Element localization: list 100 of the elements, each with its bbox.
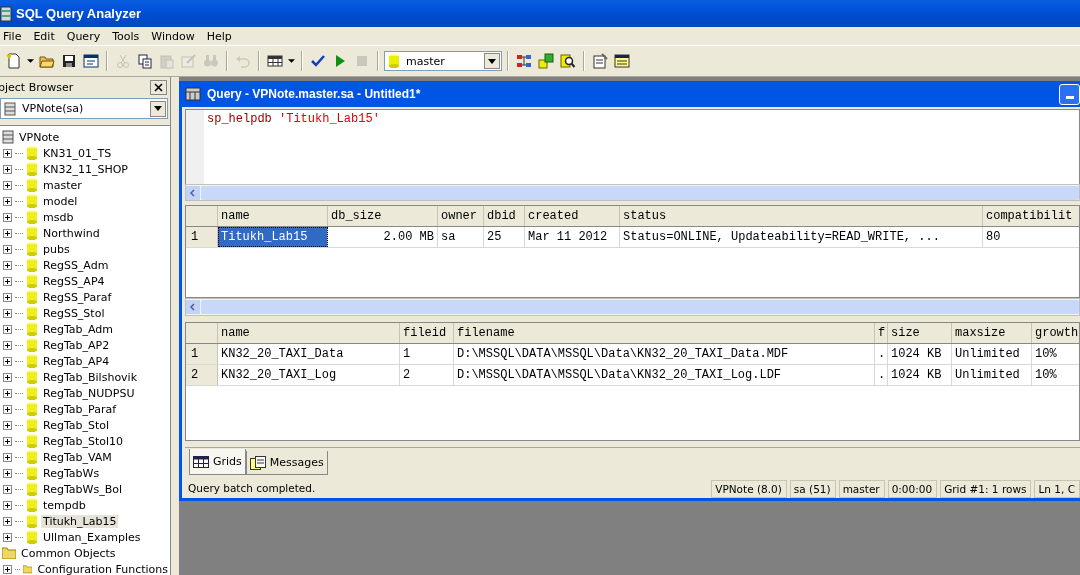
horizontal-scrollbar[interactable]	[185, 184, 1080, 202]
query-icon	[185, 87, 201, 101]
tree-item[interactable]: VPNote	[17, 130, 62, 144]
expand-icon[interactable]	[3, 228, 12, 238]
table-icon	[614, 53, 630, 69]
tree-item[interactable]: msdb	[41, 210, 76, 224]
query-text[interactable]: sp_helpdb 'Titukh_Lab15'	[204, 110, 383, 185]
column-header[interactable]: compatibilit	[983, 206, 1079, 227]
menu-item[interactable]: Edit	[27, 29, 61, 43]
expand-icon[interactable]	[3, 356, 12, 366]
expand-icon[interactable]	[3, 516, 12, 526]
tree-item[interactable]: RegTab_Stol	[41, 418, 112, 432]
column-header[interactable]: created	[525, 206, 620, 227]
expand-icon[interactable]	[3, 260, 12, 270]
search-icon	[560, 53, 576, 69]
tree-item[interactable]: RegTabWs	[41, 466, 102, 480]
expand-icon[interactable]	[3, 564, 12, 574]
tree-item[interactable]: RegTab_Paraf	[41, 402, 119, 416]
tree-item[interactable]: Configuration Functions	[35, 562, 170, 575]
expand-icon[interactable]	[3, 180, 12, 190]
expand-icon[interactable]	[3, 372, 12, 382]
tree-item[interactable]: RegTab_Bilshovik	[41, 370, 140, 384]
menu-item[interactable]: Tools	[106, 29, 146, 43]
tree-item[interactable]: RegTab_NUDPSU	[41, 386, 137, 400]
expand-icon[interactable]	[3, 388, 12, 398]
tree-item[interactable]: RegSS_AP4	[41, 274, 107, 288]
column-header[interactable]: size	[888, 322, 952, 343]
tree-item[interactable]: KN32_11_SHOP	[41, 162, 130, 176]
menu-item[interactable]: Help	[200, 29, 238, 43]
column-header[interactable]: growth	[1032, 322, 1079, 343]
expand-icon[interactable]	[3, 452, 12, 462]
server-select[interactable]: VPNote(sa)	[0, 98, 168, 119]
tree-item[interactable]: RegTab_VAM	[41, 450, 114, 464]
tree-item[interactable]: RegTab_AP2	[41, 338, 112, 352]
objects-icon	[538, 53, 554, 69]
tree-item[interactable]: RegSS_Adm	[41, 258, 111, 272]
expand-icon[interactable]	[3, 212, 12, 222]
expand-icon[interactable]	[3, 484, 12, 494]
database-select[interactable]: master	[384, 51, 502, 71]
expand-icon[interactable]	[3, 468, 12, 478]
minimize-button[interactable]	[1059, 83, 1080, 105]
horizontal-scrollbar[interactable]	[185, 298, 1080, 316]
tree-item[interactable]: Northwind	[41, 226, 102, 240]
expand-icon[interactable]	[3, 148, 12, 158]
tree-item[interactable]: pubs	[41, 242, 72, 256]
tree-item[interactable]: RegTab_AP4	[41, 354, 112, 368]
tree-item[interactable]: Ullman_Examples	[41, 530, 143, 544]
expand-icon[interactable]	[3, 164, 12, 174]
database-icon	[26, 289, 38, 305]
expand-icon[interactable]	[3, 340, 12, 350]
tree-item[interactable]: Common Objects	[19, 546, 118, 560]
tree-item[interactable]: RegTab_Adm	[41, 322, 116, 336]
table-cell: .	[875, 364, 888, 385]
expand-icon[interactable]	[3, 420, 12, 430]
table-cell: 1024 KB	[888, 364, 952, 385]
menu-item[interactable]: File	[0, 29, 28, 43]
expand-icon[interactable]	[3, 308, 12, 318]
expand-icon[interactable]	[3, 436, 12, 446]
tree-item[interactable]: RegTabWs_Bol	[41, 482, 124, 496]
column-header[interactable]: db_size	[328, 206, 438, 227]
menu-item[interactable]: Query	[60, 29, 107, 43]
expand-icon[interactable]	[3, 276, 12, 286]
column-header[interactable]: name	[218, 206, 328, 227]
close-button[interactable]	[150, 80, 167, 95]
column-header[interactable]: dbid	[484, 206, 525, 227]
results-tab[interactable]: Messages	[245, 451, 328, 475]
expand-icon[interactable]	[3, 196, 12, 206]
column-header[interactable]: status	[620, 206, 983, 227]
column-header[interactable]: name	[218, 322, 400, 343]
tree-item[interactable]: RegSS_Paraf	[41, 290, 114, 304]
expand-icon[interactable]	[3, 324, 12, 334]
column-header[interactable]: maxsize	[952, 322, 1032, 343]
database-icon	[26, 449, 38, 465]
expand-icon[interactable]	[3, 292, 12, 302]
database-icon	[26, 177, 38, 193]
tree-item[interactable]: RegTab_Stol10	[41, 434, 126, 448]
tree-item[interactable]: tempdb	[41, 498, 88, 512]
results-tab[interactable]: Grids	[189, 449, 246, 475]
column-header[interactable]: fileid	[400, 322, 454, 343]
tree-item[interactable]: KN31_01_TS	[41, 146, 114, 160]
column-header[interactable]: f	[875, 322, 888, 343]
column-header[interactable]: filename	[454, 322, 875, 343]
tree-item[interactable]: RegSS_Stol	[41, 306, 107, 320]
expand-icon[interactable]	[3, 244, 12, 254]
tree-item[interactable]: master	[41, 178, 84, 192]
caret-icon	[288, 59, 295, 63]
tree-item[interactable]: Titukh_Lab15	[41, 514, 119, 528]
messages-icon	[249, 455, 266, 470]
menu-item[interactable]: Window	[145, 29, 201, 43]
scissors-icon	[115, 53, 131, 69]
expand-icon[interactable]	[3, 532, 12, 542]
expand-icon[interactable]	[3, 500, 12, 510]
table-cell: KN32_20_TAXI_Data	[218, 343, 400, 364]
binoculars-icon	[203, 53, 219, 69]
scroll-left-icon[interactable]	[186, 185, 200, 200]
database-icon	[26, 161, 38, 177]
tree-item[interactable]: model	[41, 194, 80, 208]
expand-icon[interactable]	[3, 404, 12, 414]
scroll-left-icon[interactable]	[186, 300, 200, 315]
column-header[interactable]: owner	[438, 206, 484, 227]
